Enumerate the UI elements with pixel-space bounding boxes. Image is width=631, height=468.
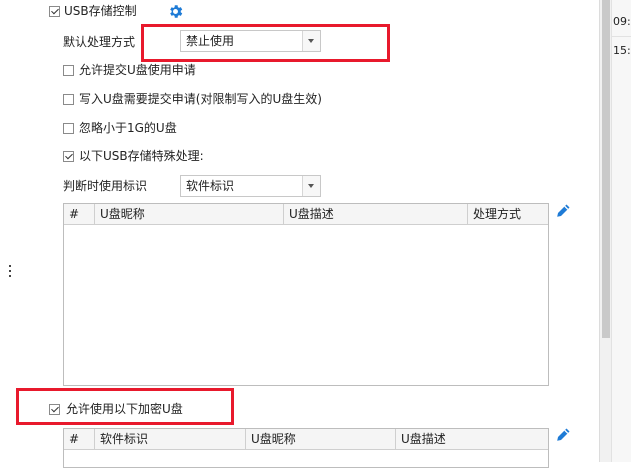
identify-value: 软件标识 xyxy=(186,179,235,193)
column-header[interactable]: 处理方式 xyxy=(468,204,548,224)
identify-select[interactable]: 软件标识 xyxy=(180,175,321,197)
special-usb-table-header: # U盘昵称 U盘描述 处理方式 xyxy=(64,204,548,225)
highlight-box-encrypted-usb xyxy=(16,388,234,425)
column-header[interactable]: U盘昵称 xyxy=(246,429,396,449)
column-header[interactable]: # xyxy=(64,204,95,224)
right-panel xyxy=(611,0,631,462)
right-time-2: 15:4 xyxy=(613,44,631,57)
allow-submit-request-label: 允许提交U盘使用申请 xyxy=(79,63,196,77)
right-scrollbar-thumb[interactable] xyxy=(602,0,610,338)
encrypted-usb-table[interactable]: # 软件标识 U盘昵称 U盘描述 xyxy=(63,428,549,468)
right-time-1: 09:3 xyxy=(613,15,631,28)
pencil-icon[interactable] xyxy=(555,427,571,443)
column-header[interactable]: U盘描述 xyxy=(396,429,548,449)
column-header[interactable]: U盘描述 xyxy=(284,204,468,224)
column-header[interactable]: U盘昵称 xyxy=(95,204,284,224)
write-needs-request-label: 写入U盘需要提交申请(对限制写入的U盘生效) xyxy=(79,92,322,106)
chevron-down-icon[interactable] xyxy=(302,176,320,196)
highlight-box-default-action xyxy=(141,24,390,62)
column-header[interactable]: 软件标识 xyxy=(95,429,246,449)
encrypted-usb-table-header: # 软件标识 U盘昵称 U盘描述 xyxy=(64,429,548,450)
special-handling-checkbox[interactable] xyxy=(63,151,74,162)
usb-control-label: USB存储控制 xyxy=(64,4,137,18)
usb-control-checkbox[interactable] xyxy=(49,6,60,17)
column-header[interactable]: # xyxy=(64,429,95,449)
drag-handle[interactable] xyxy=(9,265,12,279)
ignore-under-1g-label: 忽略小于1G的U盘 xyxy=(79,121,177,135)
gear-icon[interactable] xyxy=(167,3,184,20)
default-action-label: 默认处理方式 xyxy=(63,35,136,49)
write-needs-request-checkbox[interactable] xyxy=(63,94,74,105)
right-panel-row-divider xyxy=(612,36,631,37)
special-usb-table[interactable]: # U盘昵称 U盘描述 处理方式 xyxy=(63,203,549,386)
special-handling-label: 以下USB存储特殊处理: xyxy=(79,149,204,163)
ignore-under-1g-checkbox[interactable] xyxy=(63,123,74,134)
identify-label: 判断时使用标识 xyxy=(63,179,148,193)
allow-submit-request-checkbox[interactable] xyxy=(63,65,74,76)
pencil-icon[interactable] xyxy=(555,203,571,219)
